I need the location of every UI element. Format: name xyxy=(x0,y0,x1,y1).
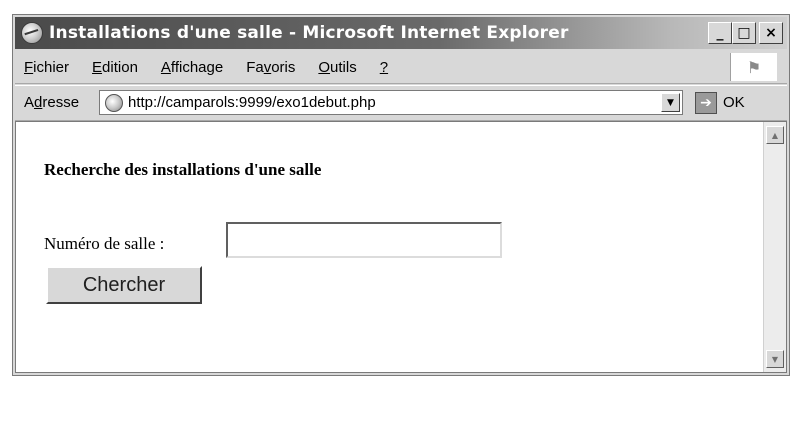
menu-help[interactable]: ? xyxy=(380,59,388,76)
minimize-button[interactable]: _ xyxy=(708,22,732,44)
address-input[interactable]: http://camparols:9999/exo1debut.php ▼ xyxy=(99,90,683,115)
address-bar: Adresse http://camparols:9999/exo1debut.… xyxy=(15,85,787,121)
arrow-right-icon[interactable]: ➔ xyxy=(695,92,717,114)
vertical-scrollbar[interactable]: ▲ ▼ xyxy=(763,122,786,372)
search-button[interactable]: Chercher xyxy=(46,266,202,304)
menu-favoris[interactable]: Favoris xyxy=(246,59,295,76)
close-button[interactable]: × xyxy=(759,22,783,44)
window-controls: _ □ × xyxy=(708,22,783,44)
address-url[interactable]: http://camparols:9999/exo1debut.php xyxy=(128,94,376,111)
maximize-button[interactable]: □ xyxy=(732,22,756,44)
menu-fichier[interactable]: Fichier xyxy=(24,59,69,76)
menu-outils[interactable]: Outils xyxy=(318,59,356,76)
window-title: Installations d'une salle - Microsoft In… xyxy=(49,23,569,43)
page-content: Recherche des installations d'une salle … xyxy=(15,121,787,373)
menu-affichage[interactable]: Affichage xyxy=(161,59,223,76)
room-number-input[interactable] xyxy=(226,222,502,258)
go-button-label[interactable]: OK xyxy=(723,94,745,111)
scroll-down-icon[interactable]: ▼ xyxy=(766,350,784,368)
page-globe-icon xyxy=(105,93,123,112)
browser-window: Installations d'une salle - Microsoft In… xyxy=(12,14,790,376)
menu-bar: Fichier Edition Affichage Favoris Outils… xyxy=(15,51,787,84)
page-heading: Recherche des installations d'une salle xyxy=(44,160,322,179)
title-bar[interactable]: Installations d'une salle - Microsoft In… xyxy=(15,17,787,49)
menu-edition[interactable]: Edition xyxy=(92,59,138,76)
scroll-up-icon[interactable]: ▲ xyxy=(766,126,784,144)
windows-logo-icon: ⚑ xyxy=(730,53,777,81)
address-label: Adresse xyxy=(24,94,80,111)
ie-globe-icon xyxy=(21,22,43,44)
chevron-down-icon[interactable]: ▼ xyxy=(661,93,680,112)
room-number-label: Numéro de salle : xyxy=(44,234,165,253)
